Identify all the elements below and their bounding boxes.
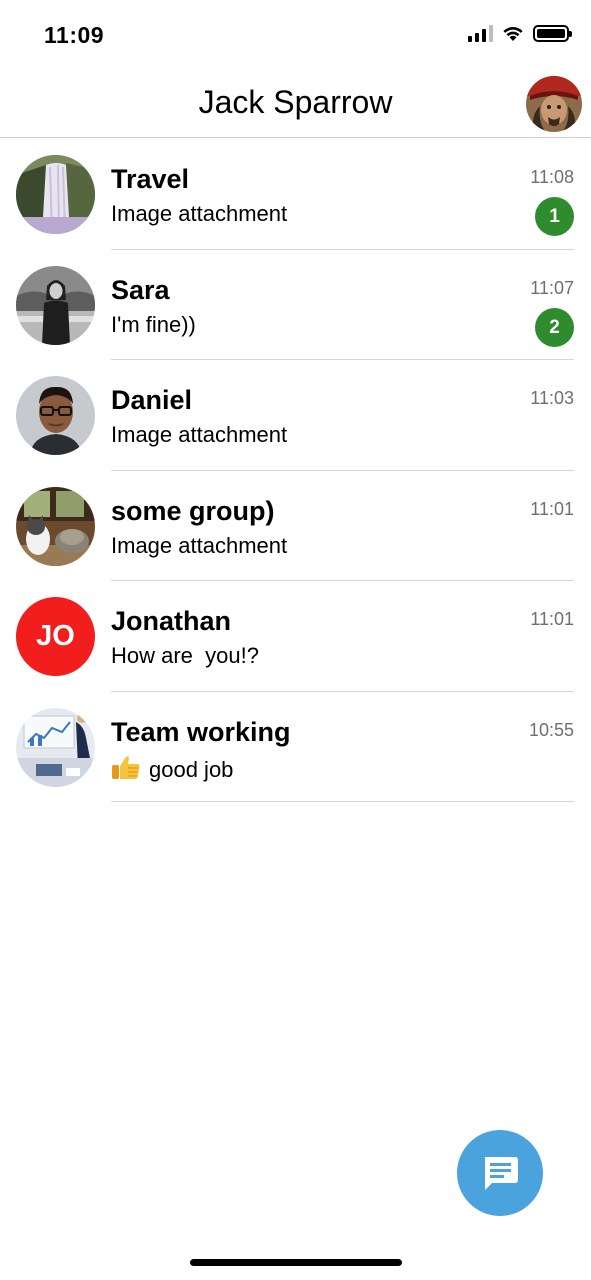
battery-icon [533,24,572,42]
home-indicator [190,1259,402,1266]
chat-row-team-working[interactable]: Team working good job 10:55 [0,692,591,802]
chat-preview: Image attachment [111,201,287,227]
chat-time: 11:01 [530,498,574,519]
chat-preview-text: good job [149,756,234,782]
chat-name: Travel [111,164,190,194]
chat-name: some group) [111,495,275,526]
chat-preview: How are you!? [111,643,259,669]
chat-name: Team working [111,716,291,747]
chat-row-daniel[interactable]: Daniel Image attachment 11:03 [0,360,591,471]
chat-name: Jonathan [111,606,232,636]
office-photo [16,707,95,787]
chat-preview: I'm fine)) [111,312,196,338]
initials-avatar: JO [16,597,95,676]
chat-preview-text: Image attachment [111,532,288,558]
chat-time: 11:03 [530,388,574,408]
profile-avatar[interactable] [526,76,582,132]
page-title: Jack Sparrow [198,84,393,120]
chat-row-travel[interactable]: Travel Image attachment 11:08 1 [0,139,591,250]
chat-row-jonathan[interactable]: JO Jonathan How are you!? 11:01 [0,581,591,692]
chat-name: Sara [111,274,170,305]
chat-time: 10:55 [528,719,574,740]
status-bar: 11:09 [0,0,591,70]
chat-row-some-group[interactable]: some group) Image attachment 11:01 [0,471,591,581]
man-glasses-photo [16,376,95,455]
thumbs-up-icon [111,754,141,786]
chat-row-sara[interactable]: Sara I'm fine)) 11:07 2 [0,250,591,360]
status-icons [468,24,572,42]
unread-badge: 1 [535,197,574,236]
header: Jack Sparrow [0,70,591,138]
waterfall-photo [16,155,95,234]
chat-preview-text: Image attachment [111,201,288,226]
divider [111,801,574,802]
cats-photo [16,486,95,566]
new-message-button[interactable] [457,1130,543,1216]
chat-time: 11:08 [530,167,574,187]
new-message-icon [485,1157,518,1190]
chat-preview-text: I'm fine)) [111,311,196,337]
chat-preview-text: How are you!? [111,643,259,668]
chat-preview: Image attachment [111,533,287,559]
chat-preview-text: Image attachment [111,422,288,447]
signal-icon [468,24,493,42]
chat-name: Daniel [111,385,193,415]
chat-time: 11:01 [530,609,574,629]
chat-list: Travel Image attachment 11:08 1 Sara I'm… [0,139,591,802]
status-time: 11:09 [44,22,105,48]
woman-photo [16,265,95,345]
chat-preview: good job [111,754,233,786]
chat-preview: Image attachment [111,422,287,448]
chat-time: 11:07 [530,277,574,298]
wifi-icon [503,27,523,41]
unread-badge: 2 [535,307,574,347]
